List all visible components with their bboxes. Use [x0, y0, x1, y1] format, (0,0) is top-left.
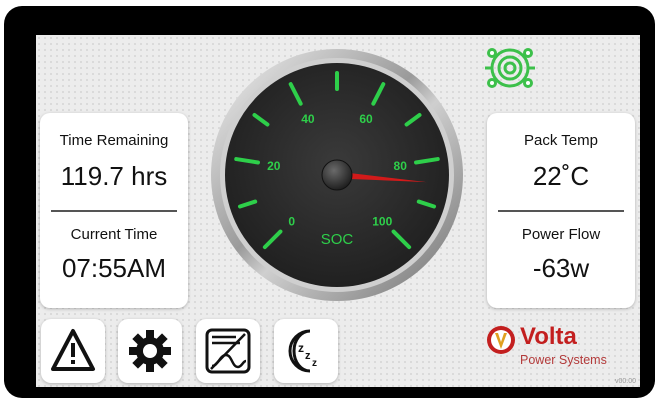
pack-temp-value: 22˚C	[532, 161, 590, 191]
gear-icon	[129, 330, 171, 372]
brand-block: Volta Power Systems	[486, 323, 640, 383]
right-card-divider	[498, 210, 624, 212]
motor-icon	[485, 48, 535, 88]
left-card-divider	[51, 210, 177, 212]
brand-name: Volta	[520, 323, 577, 350]
svg-text:z: z	[312, 358, 317, 369]
sleep-icon: z z z	[288, 329, 317, 373]
device-bezel: Time Remaining 119.7 hrs Current Time 07…	[4, 6, 655, 398]
gauge-soc-label: SOC	[321, 231, 354, 248]
power-graph-icon	[205, 328, 251, 374]
pack-temp-label: Pack Temp	[524, 132, 598, 149]
brand-tagline: Power Systems	[520, 353, 607, 367]
sleep-button[interactable]: z z z	[274, 319, 338, 383]
warning-button[interactable]	[41, 319, 105, 383]
gauge-hub	[321, 159, 353, 191]
current-time-label: Current Time	[70, 226, 158, 243]
time-remaining-value: 119.7 hrs	[60, 161, 168, 191]
svg-text:z: z	[305, 350, 311, 362]
version-label: v00.00	[614, 378, 636, 385]
current-time-value: 07:55AM	[61, 253, 167, 283]
display-screen: Time Remaining 119.7 hrs Current Time 07…	[36, 35, 640, 387]
volta-logo-icon	[487, 326, 515, 354]
gauge-tick-label: 60	[359, 112, 373, 126]
gauge-tick-label: 100	[372, 214, 392, 228]
gauge-tick-label: 0	[288, 214, 295, 228]
settings-button[interactable]	[118, 319, 182, 383]
power-graph-button[interactable]	[196, 319, 260, 383]
power-flow-label: Power Flow	[521, 226, 601, 243]
svg-text:z: z	[298, 341, 304, 355]
gauge-tick-label: 20	[267, 159, 281, 173]
gauge-tick-label: 80	[394, 159, 408, 173]
soc-gauge: 0 20 40 60 80 100 SOC	[211, 49, 463, 301]
warning-icon	[51, 329, 95, 371]
right-info-card: Pack Temp 22˚C Power Flow -63w	[487, 113, 635, 308]
time-remaining-label: Time Remaining	[59, 132, 169, 149]
left-info-card: Time Remaining 119.7 hrs Current Time 07…	[40, 113, 188, 308]
power-flow-value: -63w	[532, 253, 590, 283]
gauge-tick-label: 40	[301, 112, 315, 126]
